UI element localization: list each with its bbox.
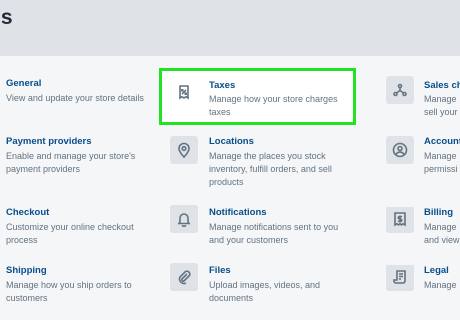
settings-item-legal[interactable]: Legal Manage: [384, 265, 460, 315]
settings-item-billing[interactable]: Billing Manage and view: [384, 207, 460, 257]
settings-item-title: Account: [424, 136, 460, 147]
settings-item-title: Notifications: [209, 207, 267, 218]
settings-item-title: Taxes: [209, 80, 236, 91]
receipt-icon: [170, 78, 198, 106]
settings-item-description: Manage sell your: [424, 94, 458, 117]
settings-item-description: Manage notifications sent to you and you…: [209, 222, 339, 245]
settings-item-description: Manage how your store charges taxes: [209, 94, 338, 117]
network-icon: [386, 76, 414, 104]
settings-item-shipping[interactable]: Shipping Manage how you ship orders to c…: [0, 265, 150, 315]
settings-item-description: Manage permissi: [424, 151, 458, 174]
settings-item-taxes[interactable]: Taxes Manage how your store charges taxe…: [166, 76, 356, 126]
settings-item-description: Customize your online checkout process: [6, 222, 134, 245]
settings-item-description: Manage the places you stock inventory, f…: [209, 151, 332, 187]
settings-item-description: Manage: [424, 280, 457, 290]
settings-item-title: Checkout: [6, 207, 50, 218]
settings-item-description: Manage and view: [424, 222, 460, 245]
dollar-bill-icon: [386, 207, 414, 233]
settings-item-description: View and update your store details: [6, 93, 144, 103]
settings-item-description: Manage how you ship orders to customers: [6, 280, 132, 303]
settings-item-title: General: [6, 78, 42, 89]
user-circle-icon: [386, 136, 414, 164]
bell-icon: [170, 205, 198, 233]
settings-item-title: Shipping: [6, 265, 47, 276]
page-title: gs: [0, 6, 13, 29]
settings-item-payment-providers[interactable]: Payment providers Enable and manage your…: [0, 136, 150, 186]
document-scroll-icon: [386, 265, 414, 291]
settings-item-general[interactable]: General View and update your store detai…: [0, 78, 150, 128]
settings-item-notifications[interactable]: Notifications Manage notifications sent …: [166, 205, 356, 257]
settings-header: gs: [0, 0, 460, 56]
settings-item-title: Legal: [424, 265, 449, 276]
settings-item-files[interactable]: Files Upload images, videos, and documen…: [166, 263, 356, 315]
settings-item-sales-channels[interactable]: Sales ch Manage sell your: [384, 76, 460, 126]
settings-item-description: Upload images, videos, and documents: [209, 280, 321, 303]
settings-item-title: Locations: [209, 136, 254, 147]
settings-item-description: Enable and manage your store's payment p…: [6, 151, 136, 174]
settings-item-title: Payment providers: [6, 136, 92, 147]
settings-item-account[interactable]: Account Manage permissi: [384, 136, 460, 186]
settings-item-checkout[interactable]: Checkout Customize your online checkout …: [0, 207, 150, 257]
settings-item-title: Sales ch: [424, 80, 460, 91]
settings-item-title: Billing: [424, 207, 454, 218]
paperclip-icon: [170, 263, 198, 291]
location-pin-icon: [170, 136, 198, 164]
settings-item-title: Files: [209, 265, 231, 276]
settings-item-locations[interactable]: Locations Manage the places you stock in…: [166, 136, 356, 187]
